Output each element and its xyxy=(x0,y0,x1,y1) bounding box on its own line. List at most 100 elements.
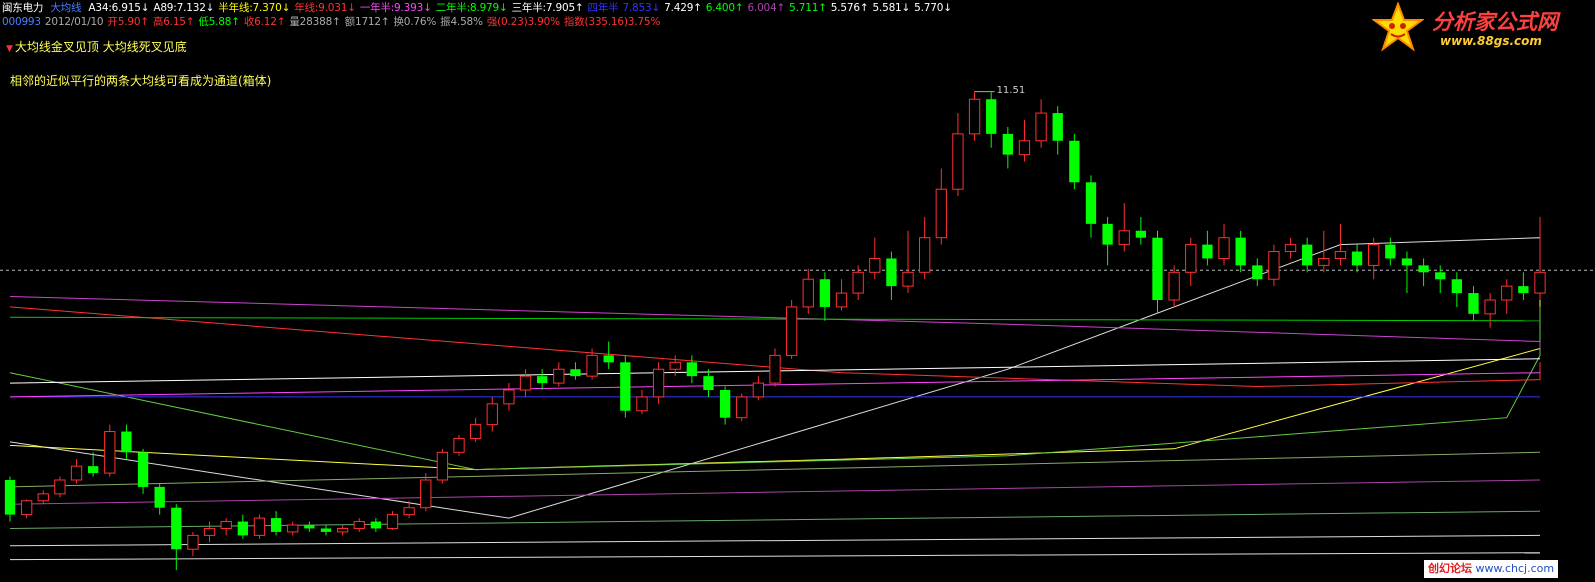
candle-body xyxy=(1085,182,1097,224)
peak-price-label: 11.51 xyxy=(996,84,1026,96)
candle-body xyxy=(253,517,266,536)
indicator-value: 5.581↓ xyxy=(872,2,911,14)
candle-body xyxy=(570,369,581,377)
candle-body xyxy=(919,237,931,273)
candle-body xyxy=(1002,133,1013,155)
candle-body xyxy=(1168,271,1180,301)
indicator-value: 5.770↓ xyxy=(914,2,952,14)
candle-body xyxy=(4,480,16,515)
candle-body xyxy=(304,525,315,529)
candle-body xyxy=(1484,299,1496,315)
candle-body xyxy=(1318,257,1330,266)
quote-field: 2012/01/10 xyxy=(44,16,104,28)
logo-url: www.88gs.com xyxy=(1440,34,1542,48)
indicator-value: 7.429↑ xyxy=(664,2,702,14)
candle-body xyxy=(537,376,548,384)
candle-body xyxy=(154,486,165,508)
indicator-value: 一年半:9.393↓ xyxy=(359,2,432,14)
quote-field: 量28388↑ xyxy=(289,16,341,28)
candle-body xyxy=(636,396,648,412)
candle-body xyxy=(603,355,614,363)
candle-body xyxy=(620,362,631,411)
candle-body xyxy=(386,514,399,529)
indicator-value: 5.576↑ xyxy=(830,2,869,14)
signal-legend: ▼ 大均线金叉见顶 大均线死叉见底 xyxy=(6,38,187,55)
candle-body xyxy=(1451,279,1463,294)
ma-line xyxy=(9,552,1541,561)
candle-body xyxy=(187,534,199,550)
candle-body xyxy=(1235,237,1246,266)
indicator-value: A34:6.915↓ xyxy=(88,2,150,14)
indicator-value: 年线:9.031↓ xyxy=(294,2,356,14)
candle-body xyxy=(902,271,914,287)
watermark: 创幻论坛 www.chcj.com xyxy=(1424,560,1559,578)
candle-body xyxy=(719,390,731,418)
quote-values: 000993 2012/01/10 开5.90↑ 高6.15↑ 低5.88↑ 收6.12↑… xyxy=(2,16,664,28)
candle-body xyxy=(1035,112,1047,142)
candle-body xyxy=(1152,237,1163,300)
candle-body xyxy=(952,133,964,190)
candle-body xyxy=(1435,272,1446,280)
candle-body xyxy=(669,361,681,370)
candle-body xyxy=(137,452,149,487)
candle-body xyxy=(54,479,66,495)
candle-body xyxy=(769,354,781,384)
indicator-value: A89:7.132↓ xyxy=(153,2,215,14)
candle-body xyxy=(968,98,981,135)
candle-body xyxy=(237,521,248,536)
candle-body xyxy=(70,465,83,481)
quote-field: 额1712↑ xyxy=(344,16,390,28)
candle-body xyxy=(819,279,831,307)
ma-line xyxy=(9,306,1541,471)
candle-body xyxy=(287,524,299,533)
candle-body xyxy=(553,368,565,384)
candle-body xyxy=(104,431,116,474)
indicator-value: 7.853↓ xyxy=(622,2,661,14)
candle-body xyxy=(320,528,332,532)
quote-field: 高6.15↑ xyxy=(152,16,195,28)
candle-body xyxy=(20,500,33,516)
candle-body xyxy=(652,368,665,398)
candle-body xyxy=(703,376,714,390)
quote-field: 强(0.23)3.90% xyxy=(486,16,560,28)
candle-body xyxy=(1302,244,1313,266)
signal-legend-text: 大均线金叉见顶 大均线死叉见底 xyxy=(14,40,187,54)
stock-name: 闽东电力 xyxy=(2,2,44,14)
candle-body xyxy=(586,354,598,377)
candle-body xyxy=(752,382,765,398)
quote-field: 开5.90↑ xyxy=(107,16,149,28)
candle-body xyxy=(886,258,897,287)
indicator-value: 三年半:7.905↑ xyxy=(511,2,584,14)
candle-body xyxy=(1135,230,1147,238)
candle-body xyxy=(87,466,99,474)
indicator-values: A34:6.915↓ A89:7.132↓ 半年线:7.370↓ 年线:9.031↓ 一… xyxy=(88,2,955,14)
quote-header: 000993 2012/01/10 开5.90↑ 高6.15↑ 低5.88↑ 收6.12↑… xyxy=(2,16,668,29)
candle-body xyxy=(1534,271,1546,294)
candle-body xyxy=(835,292,848,308)
candle-body xyxy=(453,437,465,453)
indicator-value: 二年半:8.979↓ xyxy=(435,2,508,14)
candle-body xyxy=(1418,265,1429,273)
indicator-value: 5.711↑ xyxy=(789,2,827,14)
candle-body xyxy=(37,493,49,502)
candle-body xyxy=(785,306,798,356)
indicator-header: 闽东电力 大均线 A34:6.915↓ A89:7.132↓ 半年线:7.370↓ 年… xyxy=(2,2,960,15)
ma-line xyxy=(9,534,1541,547)
candle-body xyxy=(852,271,864,294)
candle-body xyxy=(869,257,881,273)
candle-body xyxy=(1501,285,1513,301)
candle-body xyxy=(519,375,532,391)
candle-body xyxy=(270,518,282,532)
candle-body xyxy=(1218,237,1230,259)
candle-body xyxy=(1018,140,1031,156)
candle-body xyxy=(1202,244,1213,259)
watermark-name: 创幻论坛 xyxy=(1428,562,1472,575)
candle-body xyxy=(1468,293,1479,314)
candle-body xyxy=(1334,251,1347,259)
quote-field: 低5.88↑ xyxy=(198,16,240,28)
chart-panel[interactable]: 闽东电力 大均线 A34:6.915↓ A89:7.132↓ 半年线:7.370↓ 年… xyxy=(0,0,1595,582)
candle-body xyxy=(1518,286,1529,294)
candle-body xyxy=(1351,251,1363,266)
quote-field: 指数(335.16)3.75% xyxy=(563,16,661,28)
candle-body xyxy=(736,396,748,419)
